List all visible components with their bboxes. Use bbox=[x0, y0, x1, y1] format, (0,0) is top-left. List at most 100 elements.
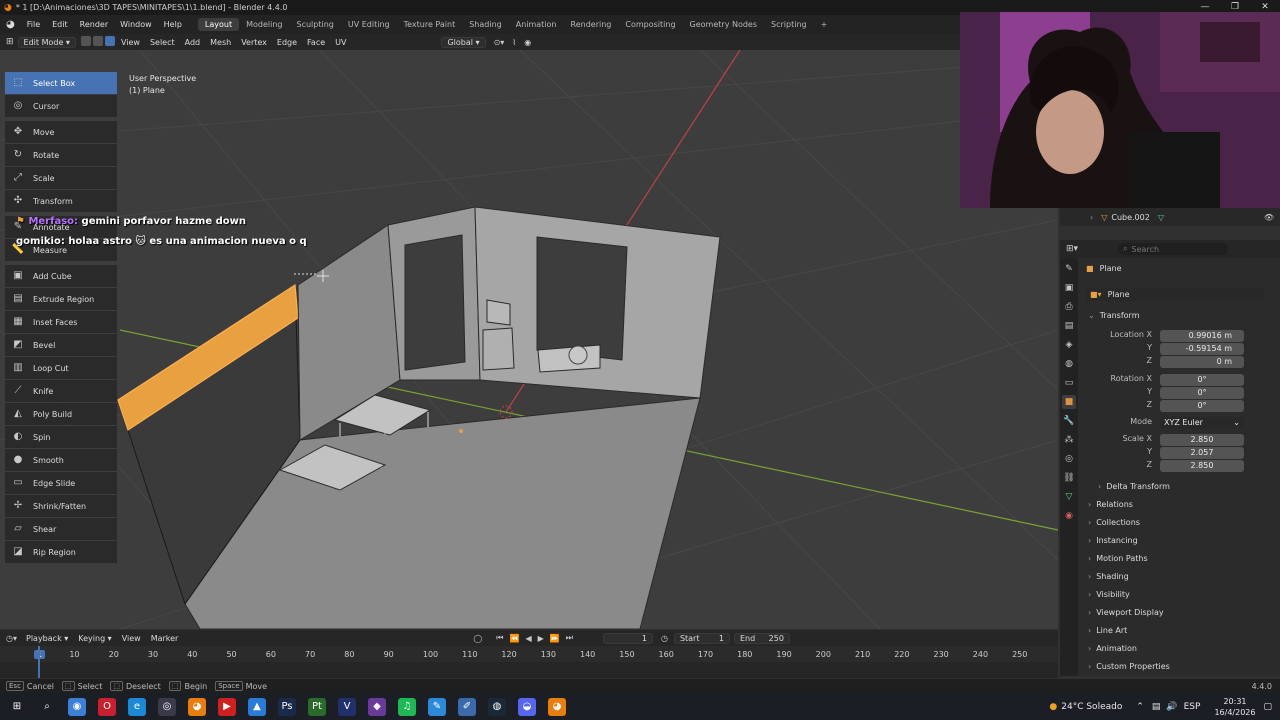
tool-spin[interactable]: ◐ Spin bbox=[5, 426, 117, 448]
tool-poly-build[interactable]: ◭ Poly Build bbox=[5, 403, 117, 425]
edge-icon[interactable]: e bbox=[128, 697, 146, 716]
menu-select[interactable]: Select bbox=[145, 38, 180, 47]
mode-dropdown[interactable]: Edit Mode ▾ bbox=[17, 36, 76, 48]
windows-start-icon[interactable]: ⊞ bbox=[8, 697, 26, 716]
menu-add[interactable]: Add bbox=[180, 38, 206, 47]
photoshop-icon[interactable]: Ps bbox=[278, 697, 296, 716]
outliner-row[interactable]: › ▽ Cube.002 ▽ 👁 bbox=[1060, 208, 1280, 226]
menu-keying[interactable]: Keying ▾ bbox=[73, 634, 116, 643]
clock-icon[interactable]: ◷▾ bbox=[6, 634, 17, 643]
tool-rip-region[interactable]: ◪ Rip Region bbox=[5, 541, 117, 563]
vegas-icon[interactable]: V bbox=[338, 697, 356, 716]
world-tab-icon[interactable]: ◍ bbox=[1062, 357, 1076, 371]
location-z-field[interactable]: 0 m bbox=[1160, 356, 1244, 368]
tab-layout[interactable]: Layout bbox=[197, 18, 240, 31]
rotation-z-field[interactable]: 0° bbox=[1160, 400, 1244, 412]
modifier-tab-icon[interactable]: 🔧 bbox=[1062, 414, 1076, 428]
panel-collections[interactable]: › Collections bbox=[1088, 515, 1278, 530]
scale-y-field[interactable]: 2.057 bbox=[1160, 447, 1244, 459]
vertex-select-button[interactable] bbox=[80, 36, 91, 46]
proportional-edit-icon[interactable]: ◉ bbox=[524, 38, 531, 47]
tool-scale[interactable]: ⤢ Scale bbox=[5, 167, 117, 189]
play-icon[interactable]: ▶ bbox=[538, 634, 544, 643]
jump-start-icon[interactable]: ⏮ bbox=[496, 633, 503, 643]
tool-rotate[interactable]: ↻ Rotate bbox=[5, 144, 117, 166]
rotation-mode-dropdown[interactable]: XYZ Euler ⌄ bbox=[1160, 417, 1244, 429]
panel-visibility[interactable]: › Visibility bbox=[1088, 587, 1278, 602]
rotation-y-field[interactable]: 0° bbox=[1160, 387, 1244, 399]
network-icon[interactable]: ▤ bbox=[1152, 702, 1161, 712]
snap-icon[interactable]: ⌇ bbox=[512, 38, 516, 47]
add-workspace-button[interactable]: + bbox=[814, 18, 835, 31]
play-reverse-icon[interactable]: ◀ bbox=[525, 634, 531, 643]
chrome-icon[interactable]: ◉ bbox=[68, 697, 86, 716]
physics-tab-icon[interactable]: ◎ bbox=[1062, 452, 1076, 466]
view-layer-tab-icon[interactable]: ▤ bbox=[1062, 319, 1076, 333]
blender-running-icon[interactable]: ◕ bbox=[548, 697, 566, 716]
notifications-icon[interactable]: ▢ bbox=[1263, 702, 1272, 712]
menu-uv[interactable]: UV bbox=[330, 38, 351, 47]
scene-tab-icon[interactable]: ◈ bbox=[1062, 338, 1076, 352]
menu-render[interactable]: Render bbox=[74, 20, 114, 29]
jump-end-icon[interactable]: ⏭ bbox=[566, 633, 573, 643]
timeline-ruler[interactable]: 1102030405060708090100110120130140150160… bbox=[0, 646, 1058, 678]
location-x-field[interactable]: 0.99016 m bbox=[1160, 330, 1244, 342]
constraints-tab-icon[interactable]: ⛓ bbox=[1062, 471, 1076, 485]
blender-app-icon[interactable]: ◕ bbox=[188, 697, 206, 716]
panel-viewport-display[interactable]: › Viewport Display bbox=[1088, 605, 1278, 620]
tool-inset-faces[interactable]: ▦ Inset Faces bbox=[5, 311, 117, 333]
menu-mesh[interactable]: Mesh bbox=[205, 38, 236, 47]
collection-tab-icon[interactable]: ▭ bbox=[1062, 376, 1076, 390]
tool-shear[interactable]: ▱ Shear bbox=[5, 518, 117, 540]
scale-z-field[interactable]: 2.850 bbox=[1160, 460, 1244, 472]
timer-icon[interactable]: ◷ bbox=[661, 634, 668, 643]
tool-extrude-region[interactable]: ▤ Extrude Region bbox=[5, 288, 117, 310]
photos-icon[interactable]: ▲ bbox=[248, 697, 266, 716]
menu-edit[interactable]: Edit bbox=[46, 20, 74, 29]
speaker-icon[interactable]: 🔊 bbox=[1166, 702, 1177, 712]
tool-knife[interactable]: ⟋ Knife bbox=[5, 380, 117, 402]
step-forward-icon[interactable]: ⏩ bbox=[550, 634, 560, 643]
discord-icon[interactable]: ◒ bbox=[518, 697, 536, 716]
edge-select-button[interactable] bbox=[92, 36, 103, 46]
record-icon[interactable]: ◯ bbox=[473, 634, 482, 643]
menu-vertex[interactable]: Vertex bbox=[236, 38, 272, 47]
editor-type-icon[interactable]: ⊞▾ bbox=[1066, 244, 1078, 254]
material-tab-icon[interactable]: ◉ bbox=[1062, 509, 1076, 523]
end-frame-field[interactable]: End 250 bbox=[733, 632, 790, 644]
output-tab-icon[interactable]: ⎙ bbox=[1062, 300, 1076, 314]
panel-shading[interactable]: › Shading bbox=[1088, 569, 1278, 584]
tab-uv-editing[interactable]: UV Editing bbox=[341, 18, 397, 31]
search-icon[interactable]: ⌕ bbox=[38, 697, 56, 716]
tool-smooth[interactable]: ● Smooth bbox=[5, 449, 117, 471]
pivot-icon[interactable]: ⊙▾ bbox=[494, 38, 505, 47]
tool-shrink-fatten[interactable]: ✢ Shrink/Fatten bbox=[5, 495, 117, 517]
tab-sculpting[interactable]: Sculpting bbox=[290, 18, 341, 31]
tab-compositing[interactable]: Compositing bbox=[618, 18, 682, 31]
menu-edge[interactable]: Edge bbox=[272, 38, 302, 47]
menu-window[interactable]: Window bbox=[114, 20, 158, 29]
location-y-field[interactable]: -0.59154 m bbox=[1160, 343, 1244, 355]
3d-viewport[interactable] bbox=[0, 50, 1058, 629]
timeline-track[interactable] bbox=[0, 662, 1058, 678]
app-icon[interactable]: ◆ bbox=[368, 697, 386, 716]
panel-custom-properties[interactable]: › Custom Properties bbox=[1088, 659, 1278, 674]
playhead[interactable] bbox=[38, 646, 40, 678]
tool-add-cube[interactable]: ▣ Add Cube bbox=[5, 265, 117, 287]
tab-texture-paint[interactable]: Texture Paint bbox=[397, 18, 463, 31]
tab-shading[interactable]: Shading bbox=[462, 18, 509, 31]
tool-move[interactable]: ✥ Move bbox=[5, 121, 117, 143]
tool-tab-icon[interactable]: ✎ bbox=[1062, 262, 1076, 276]
obs-icon[interactable]: ◎ bbox=[158, 697, 176, 716]
rotation-x-field[interactable]: 0° bbox=[1160, 374, 1244, 386]
tab-rendering[interactable]: Rendering bbox=[564, 18, 619, 31]
menu-playback[interactable]: Playback ▾ bbox=[21, 634, 73, 643]
eye-icon[interactable]: 👁 bbox=[1264, 213, 1274, 222]
tab-modeling[interactable]: Modeling bbox=[239, 18, 289, 31]
opera-icon[interactable]: O bbox=[98, 697, 116, 716]
panel-animation[interactable]: › Animation bbox=[1088, 641, 1278, 656]
pen-app-icon[interactable]: ✐ bbox=[458, 697, 476, 716]
collapse-chevron-icon[interactable]: › bbox=[1090, 213, 1093, 222]
video-app-icon[interactable]: ▶ bbox=[218, 697, 236, 716]
tool-cursor[interactable]: ◎ Cursor bbox=[5, 95, 117, 117]
